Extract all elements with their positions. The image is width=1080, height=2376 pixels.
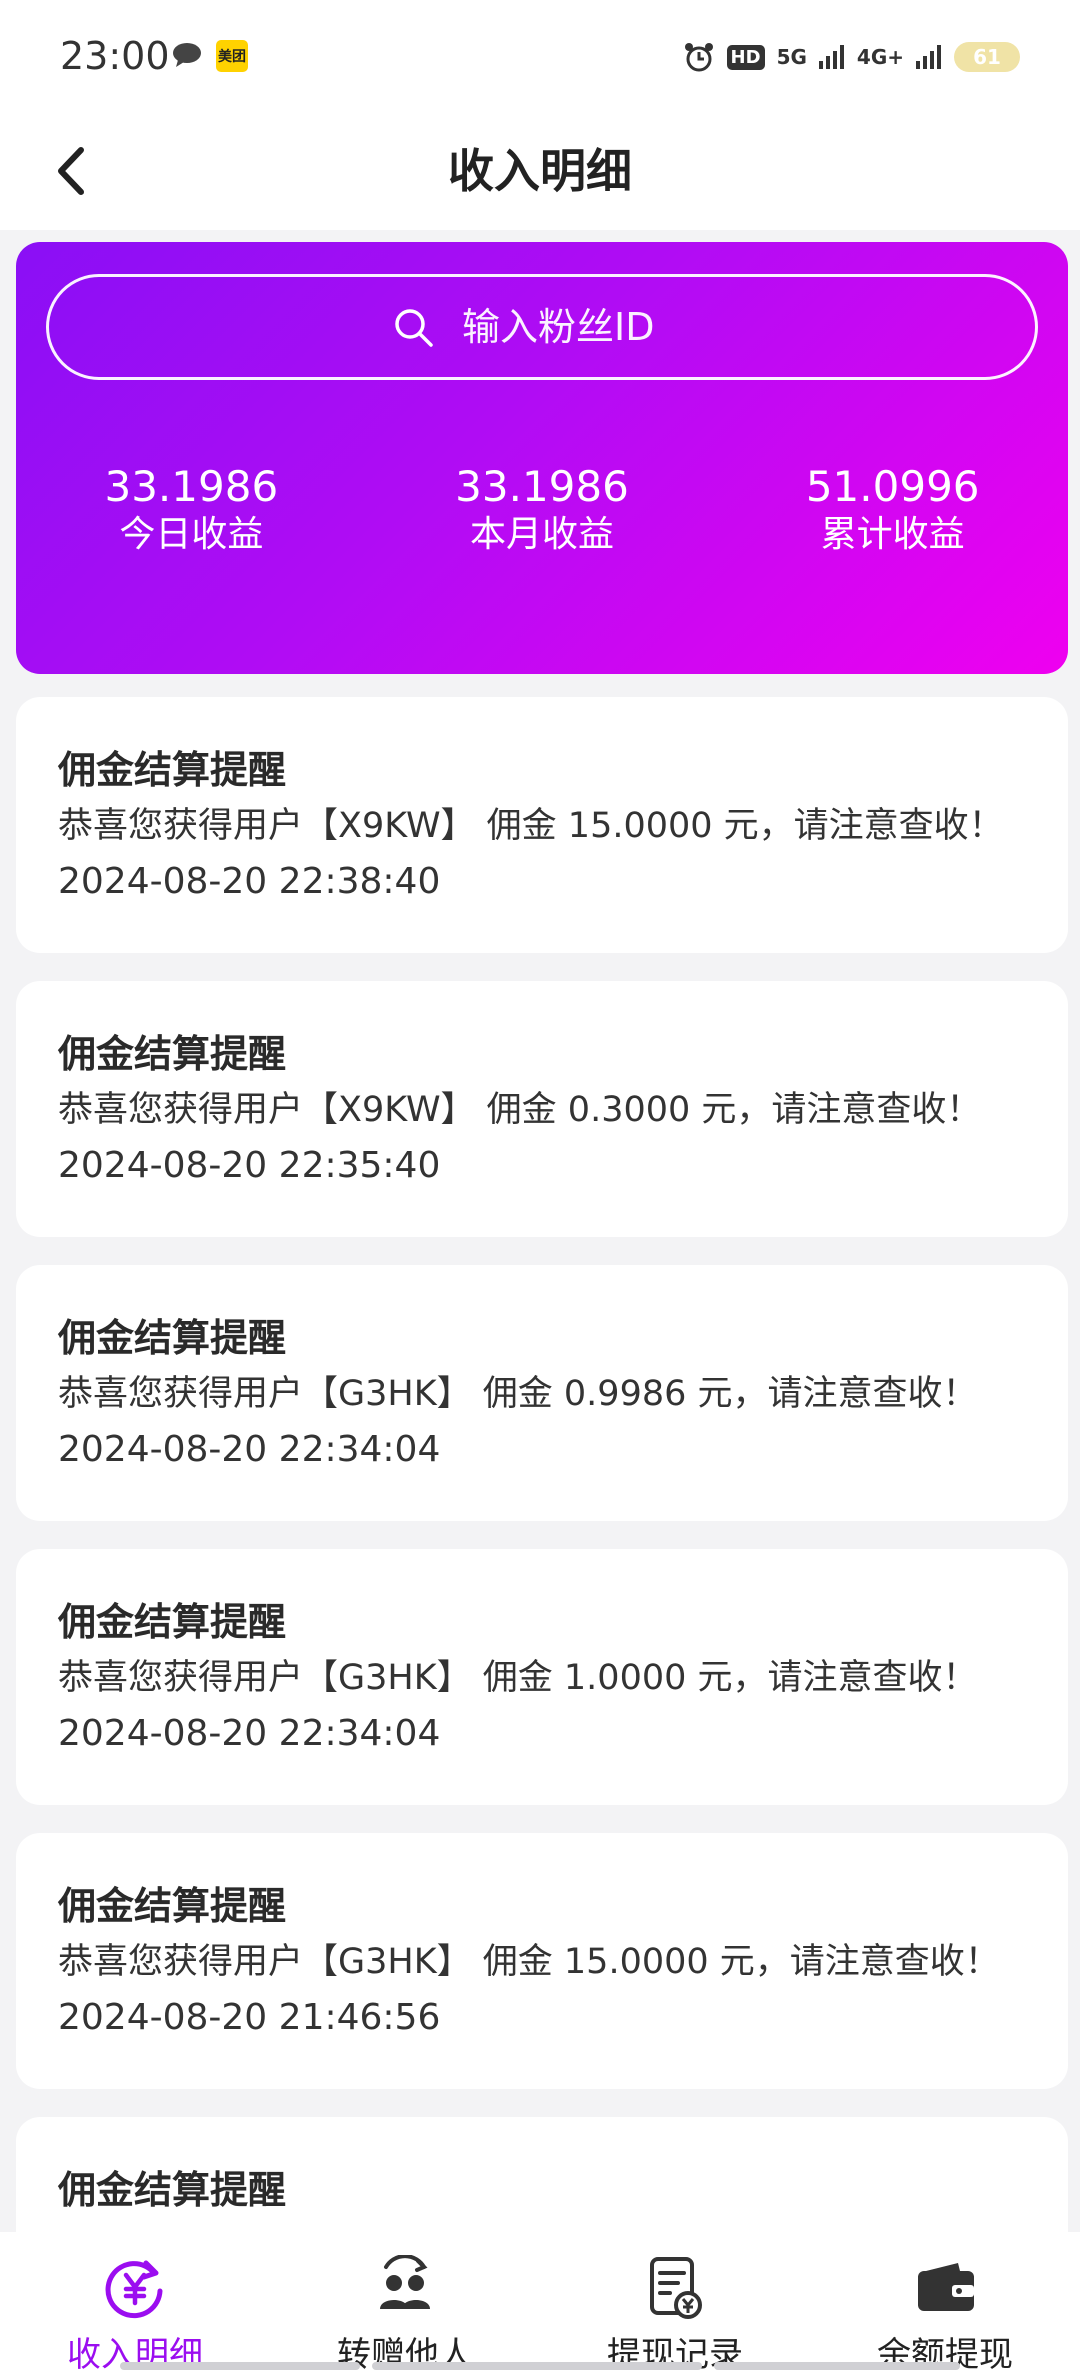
message-bubble-icon [173,43,201,67]
tab-income-details[interactable]: 收入明细 [0,2232,270,2376]
record-title: 佣金结算提醒 [58,1032,287,1076]
alarm-icon [684,43,713,72]
wallet-icon [911,2254,979,2321]
record-time: 2024-08-20 22:34:04 [58,1713,441,1754]
record-title: 佣金结算提醒 [58,1316,287,1360]
record-time: 2024-08-20 22:38:40 [58,861,441,902]
gesture-bar [714,2362,960,2370]
document-yuan-icon [641,2254,709,2321]
signal-5g-label: 5G [776,45,807,69]
chevron-left-icon [58,147,84,195]
gesture-bar [120,2362,360,2370]
signal-bars-icon [818,45,844,69]
page-title: 收入明细 [448,144,632,198]
record-time: 2024-08-20 21:46:56 [58,1997,441,2038]
tab-balance-withdraw[interactable]: 余额提现 [810,2232,1080,2376]
list-item[interactable]: 佣金结算提醒 恭喜您获得用户【G3HK】 佣金 15.0000 元，请注意查收！… [16,1833,1068,2089]
stat-label: 今日收益 [119,514,264,555]
list-item[interactable]: 佣金结算提醒 恭喜您获得用户【X9KW】 佣金 15.0000 元，请注意查收！… [16,697,1068,953]
stat-total: 51.0996 累计收益 [717,462,1068,558]
record-time: 2024-08-20 22:34:04 [58,1429,441,1470]
record-title: 佣金结算提醒 [58,2168,287,2212]
stat-label: 累计收益 [820,514,965,555]
list-item[interactable]: 佣金结算提醒 恭喜您获得用户【G3HK】 佣金 0.9986 元，请注意查收！ … [16,1265,1068,1521]
record-title: 佣金结算提醒 [58,1884,287,1928]
record-message: 恭喜您获得用户【X9KW】 佣金 0.3000 元，请注意查收！ [58,1090,982,1130]
status-time: 23:00 [60,34,170,78]
gesture-bar [372,2362,702,2370]
users-transfer-icon [371,2254,439,2321]
record-title: 佣金结算提醒 [58,748,287,792]
app-header: 收入明细 [0,112,1080,230]
tab-withdraw-records[interactable]: 提现记录 [540,2232,810,2376]
stat-value: 51.0996 [805,462,980,511]
tab-transfer[interactable]: 转赠他人 [270,2232,540,2376]
search-box[interactable] [46,274,1038,380]
record-message: 恭喜您获得用户【G3HK】 佣金 0.9986 元，请注意查收！ [58,1374,978,1414]
list-item[interactable]: 佣金结算提醒 恭喜您获得用户【X9KW】 佣金 0.3000 元，请注意查收！ … [16,981,1068,1237]
list-item[interactable]: 佣金结算提醒 恭喜您获得用户【G3HK】 佣金 1.0000 元，请注意查收！ … [16,1549,1068,1805]
record-message: 恭喜您获得用户【G3HK】 佣金 15.0000 元，请注意查收！ [58,1942,1000,1982]
meituan-app-icon: 美团 [216,40,248,72]
record-message: 恭喜您获得用户【G3HK】 佣金 1.0000 元，请注意查收！ [58,1658,978,1698]
stat-month: 33.1986 本月收益 [367,462,718,558]
battery-indicator: 61 [954,42,1020,72]
hd-indicator: HD [726,44,765,70]
record-time: 2024-08-20 22:35:40 [58,1145,441,1186]
earnings-summary-card: 33.1986 今日收益 33.1986 本月收益 51.0996 累计收益 [16,242,1068,674]
back-button[interactable] [40,137,100,205]
status-icons: HD 5G 4G+ 61 [683,40,1020,74]
record-title: 佣金结算提醒 [58,1600,287,1644]
stat-today: 33.1986 今日收益 [16,462,367,558]
status-bar: 23:00 美团 HD 5G 4G+ 61 [0,0,1080,112]
yuan-refresh-icon [101,2254,169,2321]
earnings-stats: 33.1986 今日收益 33.1986 本月收益 51.0996 累计收益 [16,462,1068,558]
record-message: 恭喜您获得用户【X9KW】 佣金 15.0000 元，请注意查收！ [58,806,1004,846]
stat-value: 33.1986 [104,462,279,511]
search-icon [395,309,433,347]
stat-label: 本月收益 [470,514,615,555]
signal-bars-icon [916,45,941,69]
signal-4g-label: 4G+ [856,45,904,69]
fan-id-search-input[interactable] [462,305,692,349]
stat-value: 33.1986 [455,462,629,511]
bottom-nav: 收入明细 转赠他人 提现记录 余额提现 [0,2232,1080,2376]
